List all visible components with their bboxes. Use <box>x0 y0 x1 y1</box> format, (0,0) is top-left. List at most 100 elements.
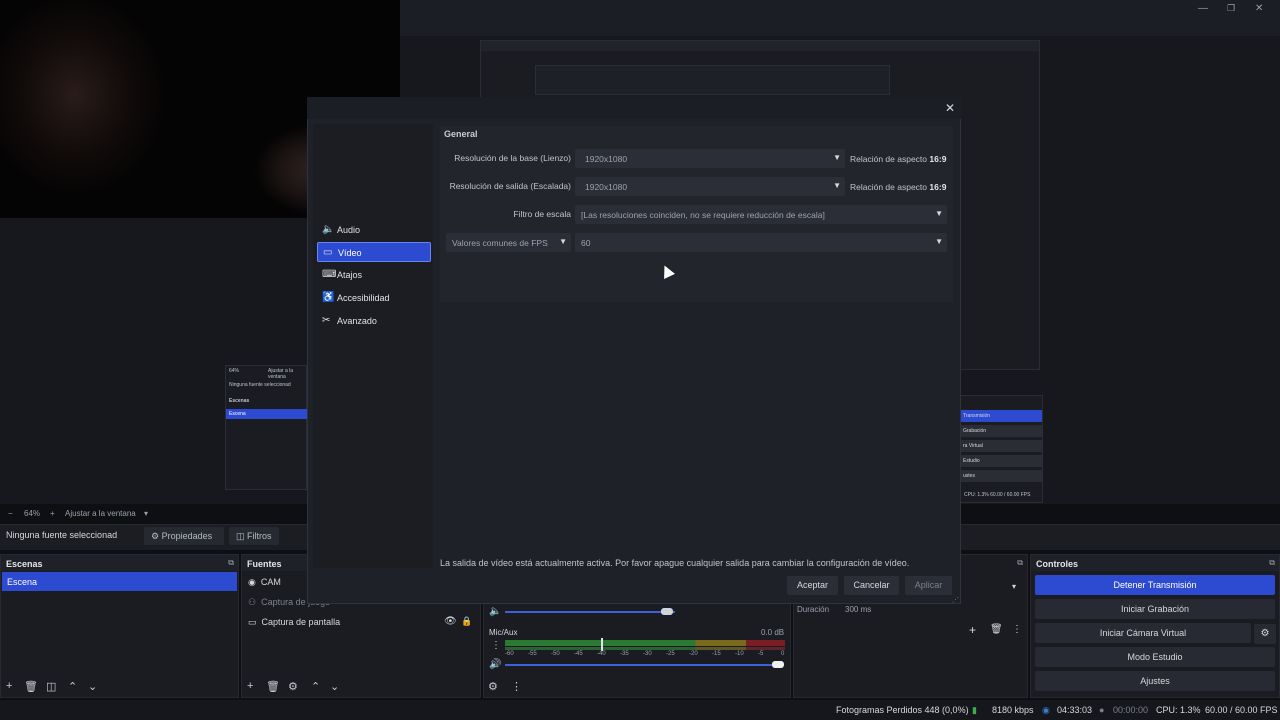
audio-meter <box>505 640 785 646</box>
studio-mode-button[interactable]: Modo Estudio <box>1035 647 1275 667</box>
chevron-up-icon[interactable]: ⌃ <box>311 680 320 693</box>
start-virtual-cam-button[interactable]: Iniciar Cámara Virtual <box>1035 623 1251 643</box>
chevron-down-icon[interactable]: ▾ <box>1012 582 1016 591</box>
volume-slider-mic[interactable] <box>505 664 780 666</box>
camera-icon: ◉ <box>248 577 256 587</box>
filters-button[interactable]: ◫ Filtros <box>229 527 279 545</box>
nested-controls-dock: Transmisión Grabación ra Virtual Estudio… <box>955 395 1043 503</box>
zoom-level: 64% <box>24 509 41 518</box>
base-resolution-combo[interactable]: 1920x1080 ▼ <box>575 149 845 168</box>
add-source-icon[interactable]: + <box>247 680 253 692</box>
nested-scenes-dock: 64% Ajustar a la ventana Ninguna fuente … <box>225 365 308 490</box>
eye-icon[interactable]: 👁 <box>444 616 457 627</box>
nav-label: Atajos <box>337 270 363 280</box>
broadcast-icon: ◉ <box>1042 705 1050 715</box>
add-icon[interactable]: + <box>6 680 12 692</box>
nested-control-record: Grabación <box>960 425 1042 437</box>
accessibility-icon: ♿ <box>322 292 335 303</box>
dock-menu-icon[interactable]: ⧉ <box>1269 558 1275 568</box>
close-icon[interactable]: ✕ <box>945 101 955 115</box>
gear-icon[interactable]: ⚙ <box>288 680 298 693</box>
properties-button[interactable]: ⚙ Propiedades <box>144 527 224 545</box>
output-resolution-label: Resolución de salida (Escalada) <box>449 181 571 191</box>
filters-label: Filtros <box>247 531 272 541</box>
trash-icon[interactable]: 🗑 <box>24 680 38 693</box>
aspect-label: Relación de aspecto <box>850 154 928 164</box>
meter-peak-marker <box>601 638 603 651</box>
nested-scene-item: Escena <box>229 411 246 417</box>
zoom-in-button[interactable]: + <box>50 509 55 518</box>
scene-item[interactable]: Escena <box>2 572 237 591</box>
maximize-icon[interactable]: ❐ <box>1227 3 1235 14</box>
record-icon: ● <box>1099 705 1105 715</box>
minimize-icon[interactable]: — <box>1198 3 1208 14</box>
ok-button[interactable]: Aceptar <box>787 576 838 595</box>
nav-video[interactable]: ▭ Vídeo <box>317 242 431 262</box>
zoom-out-button[interactable]: − <box>8 509 13 518</box>
monitor-icon: ▭ <box>248 617 257 627</box>
combo-value: Valores comunes de FPS <box>452 238 548 248</box>
fps-type-combo[interactable]: Valores comunes de FPS ▼ <box>446 233 571 252</box>
fit-window-label[interactable]: Ajustar a la ventana <box>65 509 136 518</box>
lock-icon[interactable]: 🔒 <box>461 616 472 627</box>
volume-knob[interactable] <box>772 661 784 668</box>
nested-control-stream: Transmisión <box>960 410 1042 422</box>
nav-accessibility[interactable]: ♿ Accesibilidad <box>317 288 431 308</box>
selected-source-label: Ninguna fuente seleccionad <box>6 530 118 540</box>
kebab-menu-icon[interactable]: ⋮ <box>491 640 501 651</box>
stop-stream-button[interactable]: Detener Transmisión <box>1035 575 1275 595</box>
meter-tick: -35 <box>620 651 629 657</box>
gear-icon[interactable]: ⚙ <box>488 680 498 693</box>
nested-status: CPU: 1.3% 60.00 / 60.00 FPS <box>964 492 1031 498</box>
scale-filter-combo[interactable]: [Las resoluciones coinciden, no se requi… <box>575 205 947 224</box>
add-transition-icon[interactable]: + <box>969 623 976 637</box>
scale-filter-label: Filtro de escala <box>513 209 571 219</box>
nav-advanced[interactable]: ✂ Avanzado <box>317 311 431 331</box>
settings-button[interactable]: Ajustes <box>1035 671 1275 691</box>
trash-icon[interactable]: 🗑 <box>266 680 280 693</box>
source-label: CAM <box>260 577 281 587</box>
start-record-button[interactable]: Iniciar Grabación <box>1035 599 1275 619</box>
dialog-titlebar <box>307 97 961 119</box>
chevron-down-icon[interactable]: ⌄ <box>330 680 339 693</box>
dock-menu-icon[interactable]: ⧉ <box>1017 558 1023 568</box>
nested-control-settings: ustes <box>960 470 1042 482</box>
nav-label: Audio <box>337 225 361 235</box>
fps-value-combo[interactable]: 60 ▼ <box>575 233 947 252</box>
resize-grip-icon[interactable]: ⋰ <box>952 596 959 604</box>
gear-icon[interactable]: ⚙ <box>1254 624 1276 644</box>
meter-tick: -30 <box>643 651 652 657</box>
nav-audio[interactable]: 🔈 Audio <box>317 220 431 240</box>
chevron-down-icon[interactable]: ⌄ <box>88 680 97 693</box>
bitrate: 8180 kbps <box>992 705 1034 715</box>
close-window-icon[interactable]: ✕ <box>1255 3 1263 14</box>
filter-icon[interactable]: ◫ <box>46 680 56 693</box>
speaker-icon[interactable]: 🔊 <box>489 659 501 670</box>
chevron-down-icon[interactable]: ▾ <box>144 509 148 518</box>
source-row-screen[interactable]: ▭ Captura de pantalla <box>248 617 340 628</box>
video-active-warning: La salida de vídeo está actualmente acti… <box>440 558 910 568</box>
volume-slider-desktop[interactable] <box>505 611 675 613</box>
dock-menu-icon[interactable]: ⧉ <box>228 558 234 568</box>
chevron-down-icon: ▼ <box>833 153 841 162</box>
nested-zoom-label: 64% <box>229 368 240 374</box>
chevron-up-icon[interactable]: ⌃ <box>68 680 77 693</box>
speaker-icon[interactable]: 🔈 <box>489 606 501 617</box>
base-resolution-label: Resolución de la base (Lienzo) <box>454 153 571 163</box>
output-resolution-combo[interactable]: 1920x1080 ▼ <box>575 177 845 196</box>
trash-icon[interactable]: 🗑 <box>990 624 1003 635</box>
volume-knob[interactable] <box>661 608 673 615</box>
kebab-menu-icon[interactable]: ⋮ <box>1012 624 1022 635</box>
apply-button[interactable]: Aplicar <box>905 576 952 595</box>
zoom-bar: − 64% + Ajustar a la ventana ▾ <box>0 506 300 522</box>
source-label: Captura de pantalla <box>261 617 341 627</box>
cancel-button[interactable]: Cancelar <box>844 576 899 595</box>
duration-input[interactable]: 300 ms <box>845 605 871 614</box>
kebab-menu-icon[interactable]: ⋮ <box>511 680 522 693</box>
settings-sidebar <box>313 124 433 568</box>
nav-hotkeys[interactable]: ⌨ Atajos <box>317 265 431 285</box>
stream-time: 04:33:03 <box>1057 705 1093 715</box>
dropped-frames: Fotogramas Perdidos 448 (0,0%) <box>836 705 969 715</box>
source-row-cam[interactable]: ◉ CAM <box>248 577 281 588</box>
combo-value: 1920x1080 <box>585 154 628 164</box>
